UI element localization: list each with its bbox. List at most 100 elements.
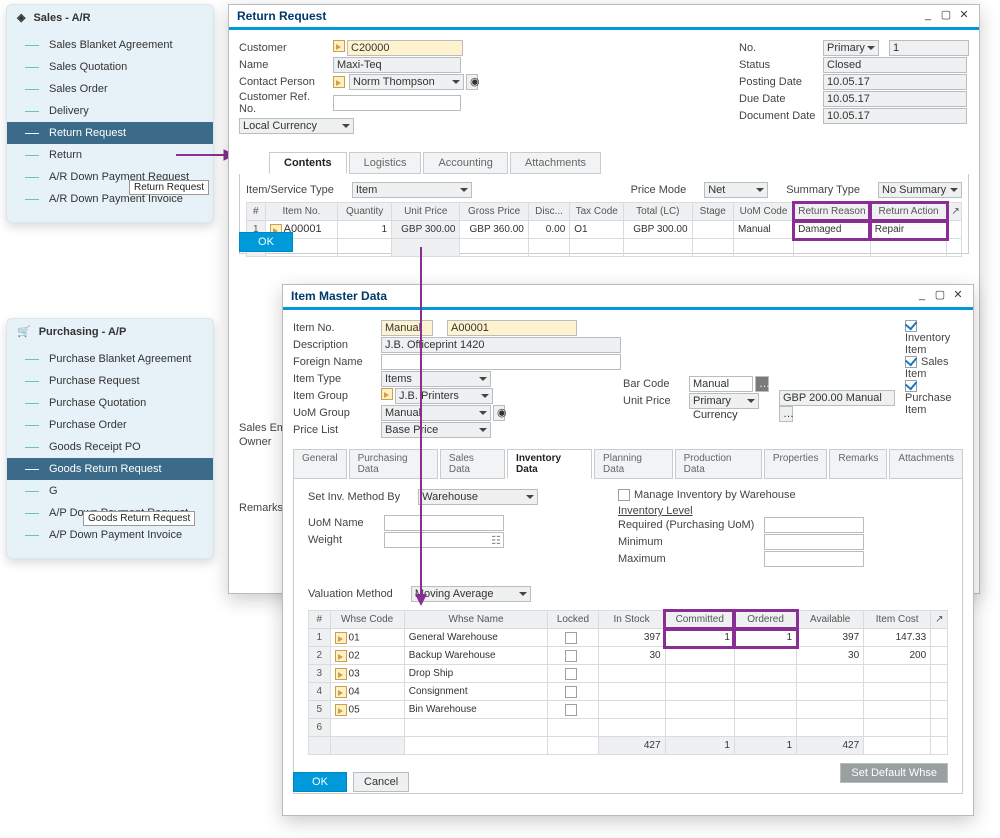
tab-logistics[interactable]: Logistics — [349, 152, 422, 174]
table-row[interactable]: 101General Warehouse39711397147.33 — [309, 629, 948, 647]
col-item[interactable]: Item No. — [265, 203, 338, 221]
minimize-icon[interactable]: _ — [915, 289, 929, 303]
chk-manage-inv[interactable] — [618, 489, 630, 501]
chk-locked[interactable] — [565, 686, 577, 698]
cell-gross[interactable]: GBP 360.00 — [460, 221, 528, 239]
itemno-mode[interactable]: Manual — [381, 320, 433, 336]
col-stage[interactable]: Stage — [692, 203, 733, 221]
sb-purch-blanket[interactable]: Purchase Blanket Agreement — [7, 348, 213, 370]
col-qty[interactable]: Quantity — [338, 203, 392, 221]
chk-sales[interactable] — [905, 356, 917, 368]
col-return-reason[interactable]: Return Reason — [794, 203, 871, 221]
tab-contents[interactable]: Contents — [269, 152, 347, 174]
cell-unit[interactable]: GBP 300.00 — [392, 221, 460, 239]
table-row[interactable]: 303Drop Ship — [309, 665, 948, 683]
cell-reason[interactable]: Damaged — [794, 221, 871, 239]
chk-purchase[interactable] — [905, 380, 917, 392]
uomg-expand[interactable]: ◉ — [493, 405, 505, 421]
barcode-more[interactable]: … — [755, 376, 769, 392]
sb-purch-order[interactable]: Purchase Order — [7, 414, 213, 436]
tab-accounting[interactable]: Accounting — [423, 152, 507, 174]
cell-tax[interactable]: O1 — [570, 221, 624, 239]
uomg-field[interactable]: Manual — [381, 405, 491, 421]
link-arrow-icon[interactable] — [333, 40, 345, 52]
col-committed[interactable]: Committed — [665, 611, 734, 629]
sb-delivery[interactable]: Delivery — [7, 100, 213, 122]
sb-goods-return-request[interactable]: Goods Return Request — [7, 458, 213, 480]
cell-stage[interactable] — [692, 221, 733, 239]
ok-button[interactable]: OK — [293, 772, 347, 792]
tab-properties[interactable]: Properties — [764, 449, 828, 479]
tab-attach[interactable]: Attachments — [889, 449, 963, 479]
link-arrow-icon[interactable] — [335, 632, 347, 644]
close-icon[interactable]: ✕ — [957, 9, 971, 23]
cancel-button[interactable]: Cancel — [353, 772, 409, 792]
setinv-field[interactable]: Warehouse — [418, 489, 538, 505]
chk-locked[interactable] — [565, 704, 577, 716]
link-arrow-icon[interactable] — [381, 388, 393, 400]
sb-sales-blanket[interactable]: Sales Blanket Agreement — [7, 34, 213, 56]
expand-icon[interactable]: ↗ — [931, 611, 948, 629]
tab-general[interactable]: General — [293, 449, 347, 479]
tab-inventory-data[interactable]: Inventory Data — [507, 449, 592, 479]
req-field[interactable] — [764, 517, 864, 533]
table-row[interactable]: 1 A00001 1 GBP 300.00 GBP 360.00 0.00 O1… — [247, 221, 962, 239]
tab-production[interactable]: Production Data — [675, 449, 762, 479]
col-locked[interactable]: Locked — [548, 611, 598, 629]
foreign-field[interactable] — [381, 354, 621, 370]
table-row[interactable]: 202Backup Warehouse3030200 — [309, 647, 948, 665]
col-whse-code[interactable]: Whse Code — [330, 611, 404, 629]
minimize-icon[interactable]: _ — [921, 9, 935, 23]
col-gross[interactable]: Gross Price — [460, 203, 528, 221]
group-field[interactable]: J.B. Printers — [395, 388, 493, 404]
link-arrow-icon[interactable] — [335, 650, 347, 662]
sb-goods-return[interactable]: G — [7, 480, 213, 502]
doc-field[interactable]: 10.05.17 — [823, 108, 967, 124]
col-uom[interactable]: UoM Code — [733, 203, 793, 221]
sb-grpo[interactable]: Goods Receipt PO — [7, 436, 213, 458]
cell-total[interactable]: GBP 300.00 — [624, 221, 692, 239]
sb-purch-quotation[interactable]: Purchase Quotation — [7, 392, 213, 414]
tab-sales-data[interactable]: Sales Data — [440, 449, 505, 479]
currency-dropdown[interactable]: Local Currency — [239, 118, 354, 134]
ref-field[interactable] — [333, 95, 461, 111]
tab-remarks[interactable]: Remarks — [829, 449, 887, 479]
cell-disc[interactable]: 0.00 — [528, 221, 569, 239]
min-field[interactable] — [764, 534, 864, 550]
table-row[interactable]: 404Consignment — [309, 683, 948, 701]
sb-return-request[interactable]: Return Request — [7, 122, 213, 144]
ist-field[interactable]: Item — [352, 182, 472, 198]
link-arrow-icon[interactable] — [335, 704, 347, 716]
desc-field[interactable]: J.B. Officeprint 1420 — [381, 337, 621, 353]
link-arrow-icon[interactable] — [335, 686, 347, 698]
no-field[interactable]: 1 — [889, 40, 969, 56]
sum-field[interactable]: No Summary — [878, 182, 962, 198]
col-num[interactable]: # — [247, 203, 266, 221]
tab-purch-data[interactable]: Purchasing Data — [349, 449, 438, 479]
type-field[interactable]: Items — [381, 371, 491, 387]
plist-field[interactable]: Base Price — [381, 422, 491, 438]
contact-field[interactable]: Norm Thompson — [349, 74, 464, 90]
col-unit[interactable]: Unit Price — [392, 203, 460, 221]
val-field[interactable]: Moving Average — [411, 586, 531, 602]
sb-sales-quotation[interactable]: Sales Quotation — [7, 56, 213, 78]
col-instock[interactable]: In Stock — [598, 611, 665, 629]
contact-expand[interactable]: ◉ — [466, 74, 478, 90]
col-ordered[interactable]: Ordered — [734, 611, 796, 629]
table-row[interactable]: 6 — [309, 719, 948, 737]
cell-uom[interactable]: Manual — [733, 221, 793, 239]
barcode-field[interactable]: Manual — [689, 376, 753, 392]
set-default-whse-button[interactable]: Set Default Whse — [840, 763, 948, 783]
expand-icon[interactable]: ↗ — [947, 203, 962, 221]
maximize-icon[interactable]: ▢ — [933, 289, 947, 303]
tab-planning[interactable]: Planning Data — [594, 449, 673, 479]
unitprice-cur[interactable]: Primary Currency — [689, 393, 759, 409]
col-return-action[interactable]: Return Action — [870, 203, 947, 221]
sb-ap-dp-inv[interactable]: A/P Down Payment Invoice — [7, 524, 213, 546]
close-icon[interactable]: ✕ — [951, 289, 965, 303]
col-num[interactable]: # — [309, 611, 331, 629]
link-arrow-icon[interactable] — [335, 668, 347, 680]
tab-attachments[interactable]: Attachments — [510, 152, 601, 174]
cell-qty[interactable]: 1 — [338, 221, 392, 239]
chk-locked[interactable] — [565, 650, 577, 662]
